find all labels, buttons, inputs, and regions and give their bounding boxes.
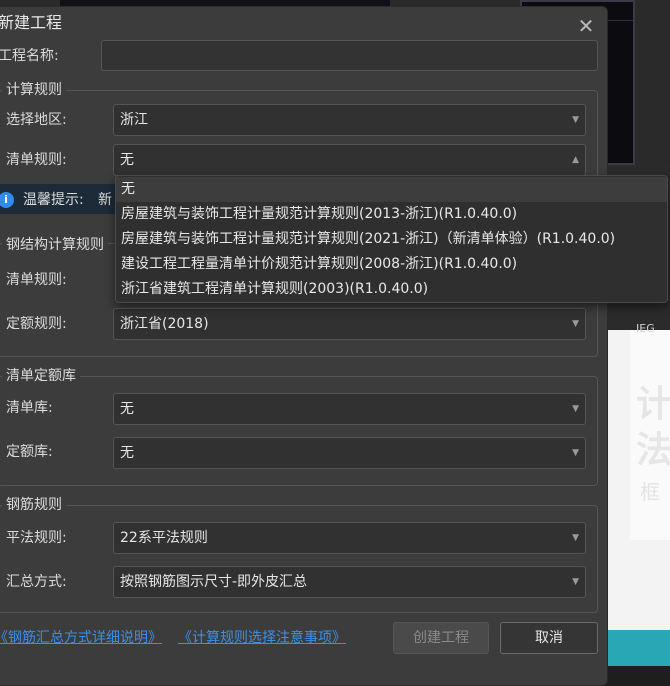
steel-quota-rule-label: 定额规则: — [6, 316, 67, 332]
dropdown-option[interactable]: 无 — [116, 177, 667, 202]
bill-rule-value: 无 — [120, 152, 134, 168]
chevron-up-icon: ▲ — [572, 155, 579, 165]
dropdown-option[interactable]: 房屋建筑与装饰工程计量规范计算规则(2021-浙江)（新清单体验）(R1.0.4… — [116, 227, 667, 252]
region-value: 浙江 — [120, 112, 148, 128]
tip-label: 温馨提示: — [23, 192, 84, 208]
chevron-down-icon: ▼ — [572, 533, 579, 543]
bill-rule-select[interactable]: 无 ▲ — [113, 144, 586, 176]
chevron-down-icon: ▼ — [572, 577, 579, 587]
background-small-text: 框 — [640, 480, 660, 504]
cancel-button[interactable]: 取消 — [500, 622, 598, 654]
calc-rules-notes-link[interactable]: 《计算规则选择注意事项》 — [178, 628, 346, 648]
tip-text: 新 — [98, 192, 112, 208]
rebar-rules-group-title: 钢筋规则 — [2, 496, 66, 514]
quota-lib-value: 无 — [120, 445, 134, 461]
chevron-down-icon: ▼ — [572, 319, 579, 329]
background-big-text: 计 法 — [636, 384, 670, 471]
project-name-label: 工程名称: — [0, 48, 59, 64]
steel-rules-group-title: 钢结构计算规则 — [2, 236, 108, 254]
rebar-summary-help-link[interactable]: 《钢筋汇总方式详细说明》 — [0, 628, 162, 648]
steel-quota-rule-value: 浙江省(2018) — [120, 316, 209, 332]
flat-rule-value: 22系平法规则 — [120, 530, 208, 546]
summary-label: 汇总方式: — [6, 574, 67, 590]
region-label: 选择地区: — [6, 112, 67, 128]
steel-bill-rule-label: 清单规则: — [6, 272, 67, 288]
summary-value: 按照钢筋图示尺寸-即外皮汇总 — [120, 574, 308, 590]
chevron-down-icon: ▼ — [572, 448, 579, 458]
close-icon[interactable]: ✕ — [575, 15, 597, 37]
dropdown-option[interactable]: 房屋建筑与装饰工程计量规范计算规则(2013-浙江)(R1.0.40.0) — [116, 202, 667, 227]
flat-rule-select[interactable]: 22系平法规则 ▼ — [113, 522, 586, 554]
bill-rule-label: 清单规则: — [6, 152, 67, 168]
bill-quota-lib-group-title: 清单定额库 — [2, 367, 80, 385]
background-top-text: IEG — [636, 322, 655, 335]
bill-lib-label: 清单库: — [6, 400, 53, 416]
background-cyan-bar — [600, 630, 670, 666]
flat-rule-label: 平法规则: — [6, 530, 67, 546]
chevron-down-icon: ▼ — [572, 115, 579, 125]
dropdown-option[interactable]: 建设工程工程量清单计价规范计算规则(2008-浙江)(R1.0.40.0) — [116, 252, 667, 277]
summary-select[interactable]: 按照钢筋图示尺寸-即外皮汇总 ▼ — [113, 566, 586, 598]
bill-lib-select[interactable]: 无 ▼ — [113, 393, 586, 425]
dialog-title: 新建工程 — [0, 13, 63, 32]
chevron-down-icon: ▼ — [572, 404, 579, 414]
bill-rule-dropdown: 无 房屋建筑与装饰工程计量规范计算规则(2013-浙江)(R1.0.40.0) … — [115, 175, 668, 303]
background-web-page: IEG 计 法 框 — [600, 322, 670, 666]
bill-lib-value: 无 — [120, 401, 134, 417]
project-name-input[interactable] — [101, 40, 598, 71]
region-select[interactable]: 浙江 ▼ — [113, 104, 586, 136]
create-project-button[interactable]: 创建工程 — [393, 622, 489, 654]
quota-lib-select[interactable]: 无 ▼ — [113, 437, 586, 469]
calc-rules-group-title: 计算规则 — [2, 81, 66, 99]
quota-lib-label: 定额库: — [6, 444, 53, 460]
dropdown-option[interactable]: 浙江省建筑工程清单计算规则(2003)(R1.0.40.0) — [116, 277, 667, 302]
steel-quota-rule-select[interactable]: 浙江省(2018) ▼ — [113, 308, 586, 340]
